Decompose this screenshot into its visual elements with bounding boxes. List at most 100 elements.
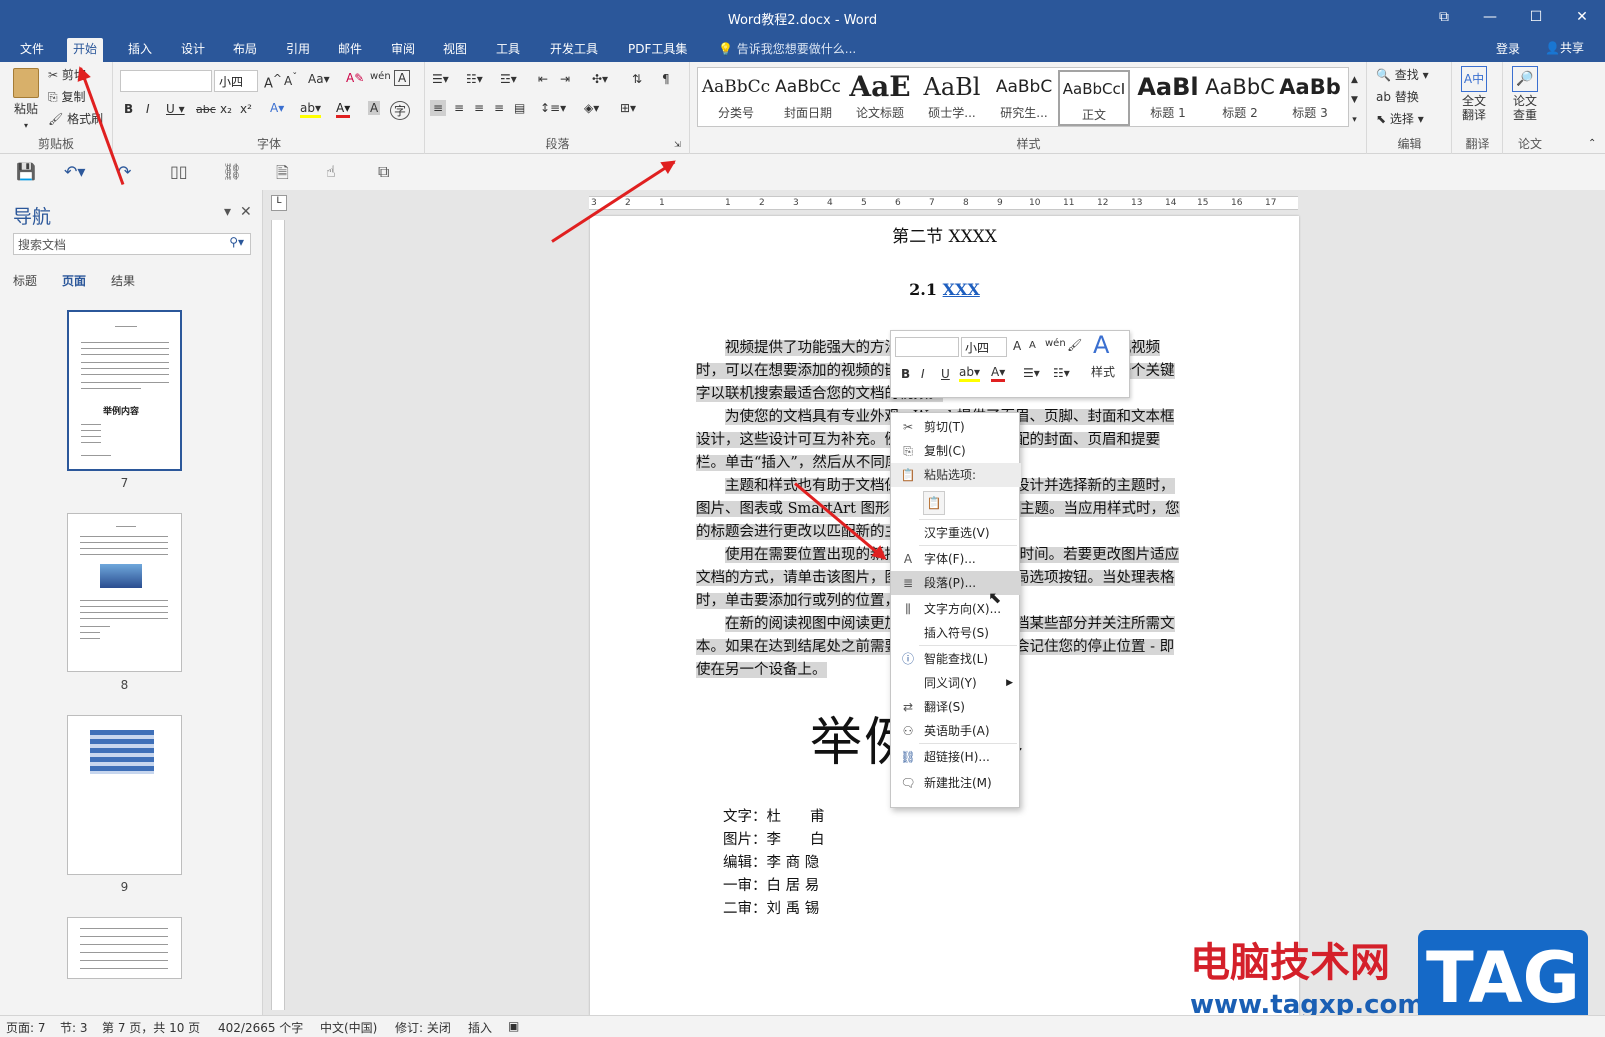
shrink-font-icon[interactable]: A (1029, 340, 1036, 351)
tab-selector[interactable]: L (271, 195, 287, 211)
font-size-combo[interactable]: 小四 (214, 70, 258, 92)
full-translate-button[interactable]: A中 全文 翻译 (1461, 66, 1487, 122)
close-button[interactable]: ✕ (1559, 0, 1605, 34)
collapse-ribbon-icon[interactable]: ⌃ (1588, 138, 1596, 149)
font-color-icon[interactable]: A▾ (991, 365, 1006, 382)
align-right-icon[interactable]: ≡ (474, 101, 484, 115)
font-color-icon[interactable]: A▾ (336, 101, 351, 118)
shading-icon[interactable]: ◈▾ (584, 101, 599, 115)
sort-icon[interactable]: ⇅ (632, 72, 642, 86)
menu-item-synonyms[interactable]: 同义词(Y) ▶ (891, 671, 1021, 695)
menu-item-paragraph[interactable]: ≣ 段落(P)... (891, 571, 1021, 595)
styles-icon[interactable]: A (1093, 331, 1109, 359)
clear-format-icon[interactable]: A✎ (346, 71, 364, 85)
page-thumbnail[interactable]: 举例内容 (67, 310, 182, 471)
login-link[interactable]: 登录 (1496, 40, 1520, 57)
align-left-icon[interactable]: ≡ (430, 100, 447, 116)
bold-icon[interactable]: B (901, 367, 910, 381)
underline-icon[interactable]: U ▾ (166, 102, 185, 116)
menu-item-english-assistant[interactable]: ⚇ 英语助手(A) (891, 719, 1021, 743)
macro-record-icon[interactable]: ▣ (508, 1019, 519, 1033)
vertical-scrollbar[interactable] (1588, 190, 1605, 1015)
menu-item-text-direction[interactable]: ⫼ 文字方向(X)... (891, 597, 1021, 621)
tab-layout[interactable]: 布局 (227, 38, 263, 62)
share-button[interactable]: 👤共享 (1545, 39, 1584, 56)
char-border-icon[interactable]: A (394, 70, 411, 86)
style-item-selected[interactable]: AaBbCcI 正文 (1058, 70, 1130, 126)
menu-item-translate[interactable]: ⇄ 翻译(S) (891, 695, 1021, 719)
show-marks-icon[interactable]: ¶ (662, 72, 670, 86)
paper-check-button[interactable]: 🔎 论文 查重 (1512, 66, 1538, 122)
undo-icon[interactable]: ↶▾ (64, 162, 85, 181)
borders-icon[interactable]: ⊞▾ (620, 101, 636, 115)
tell-me-box[interactable]: 💡 告诉我您想要做什么... (718, 40, 856, 57)
highlight-icon[interactable]: ab▾ (959, 365, 980, 382)
tab-mailings[interactable]: 邮件 (332, 38, 368, 62)
tab-home[interactable]: 开始 (67, 38, 104, 62)
mini-font-name[interactable] (895, 337, 959, 357)
asian-layout-icon[interactable]: ✣▾ (592, 72, 608, 86)
select-button[interactable]: ⬉ 选择 ▾ (1376, 110, 1424, 127)
copy-button[interactable]: ⎘ 复制 (48, 88, 85, 105)
menu-item-smart-lookup[interactable]: ⓘ 智能查找(L) (891, 647, 1021, 671)
tab-pdf-tools[interactable]: PDF工具集 (622, 38, 693, 62)
styles-scroll-icon[interactable]: ▲ ▼ ▾ (1351, 70, 1358, 130)
underline-icon[interactable]: U (941, 367, 950, 381)
search-icon[interactable]: ⚲▾ (229, 235, 244, 249)
italic-icon[interactable]: I (146, 102, 150, 116)
heading-link[interactable]: XXX (943, 280, 980, 299)
justify-icon[interactable]: ≡ (494, 101, 504, 115)
menu-item-cut[interactable]: ✂ 剪切(T) (891, 415, 1021, 439)
save-icon[interactable]: 💾 (16, 162, 36, 181)
font-name-combo[interactable] (120, 70, 212, 92)
nav-tab-headings[interactable]: 标题 (13, 272, 37, 289)
status-insert-mode[interactable]: 插入 (468, 1019, 492, 1036)
increase-indent-icon[interactable]: ⇥ (560, 72, 570, 86)
style-item[interactable]: AaE 论文标题 (844, 70, 916, 126)
replace-button[interactable]: ab 替换 (1376, 88, 1419, 105)
minimize-button[interactable]: — (1467, 0, 1513, 34)
style-item[interactable]: AaBl 标题 1 (1132, 70, 1204, 126)
phonetic-guide-icon[interactable]: wén (1045, 338, 1066, 349)
style-item[interactable]: AaBl 硕士学... (916, 70, 988, 126)
strikethrough-icon[interactable]: abc (196, 103, 216, 116)
find-button[interactable]: 🔍 查找 ▾ (1376, 66, 1429, 83)
format-painter-icon[interactable]: 🖌 (1067, 338, 1082, 352)
menu-item-copy[interactable]: ⎘ 复制(C) (891, 439, 1021, 463)
print-preview-icon[interactable]: 🗎 (276, 162, 289, 189)
highlight-icon[interactable]: ab▾ (300, 101, 321, 118)
touch-mode-icon[interactable]: ☝ (326, 162, 336, 181)
char-shading-icon[interactable]: A (368, 101, 381, 115)
text-effects-icon[interactable]: A▾ (270, 101, 284, 115)
page-thumbnail[interactable] (67, 917, 182, 979)
bold-icon[interactable]: B (124, 102, 133, 116)
menu-item-insert-symbol[interactable]: 插入符号(S) (891, 621, 1021, 645)
status-page[interactable]: 页面: 7 (6, 1019, 46, 1036)
change-case-icon[interactable]: Aa▾ (308, 72, 330, 86)
tab-view[interactable]: 视图 (437, 38, 473, 62)
phonetic-guide-icon[interactable]: wén (370, 71, 391, 82)
status-word-count[interactable]: 402/2665 个字 (218, 1019, 303, 1036)
nav-close-icon[interactable]: ✕ (240, 204, 252, 220)
status-track-changes[interactable]: 修订: 关闭 (395, 1019, 451, 1036)
grow-font-icon[interactable]: A^ (264, 72, 282, 91)
menu-item-new-comment[interactable]: 🗨 新建批注(M) (891, 771, 1021, 795)
bullets-icon[interactable]: ☰▾ (1023, 366, 1040, 380)
style-item[interactable]: AaBbCc 分类号 (700, 70, 772, 126)
reading-mode-icon[interactable]: ▯▯ (170, 162, 188, 181)
menu-item-reconvert[interactable]: 汉字重选(V) (891, 521, 1021, 545)
superscript-icon[interactable]: x² (240, 102, 252, 116)
distributed-icon[interactable]: ▤ (514, 101, 525, 115)
shrink-font-icon[interactable]: Aˇ (284, 72, 297, 88)
bullets-icon[interactable]: ☰▾ (432, 72, 449, 86)
style-item[interactable]: AaBb 标题 3 (1274, 70, 1346, 126)
decrease-indent-icon[interactable]: ⇤ (538, 72, 548, 86)
enclose-char-icon[interactable]: 字 (390, 101, 411, 120)
status-language[interactable]: 中文(中国) (320, 1019, 377, 1036)
line-spacing-icon[interactable]: ↕≡▾ (540, 101, 566, 115)
nav-tab-pages[interactable]: 页面 (62, 272, 86, 289)
restore-ribbon-icon[interactable]: ⧉ (1421, 0, 1467, 34)
paste-keep-format-icon[interactable]: 📋 (923, 491, 945, 515)
tab-tools[interactable]: 工具 (490, 38, 526, 62)
tab-references[interactable]: 引用 (280, 38, 316, 62)
